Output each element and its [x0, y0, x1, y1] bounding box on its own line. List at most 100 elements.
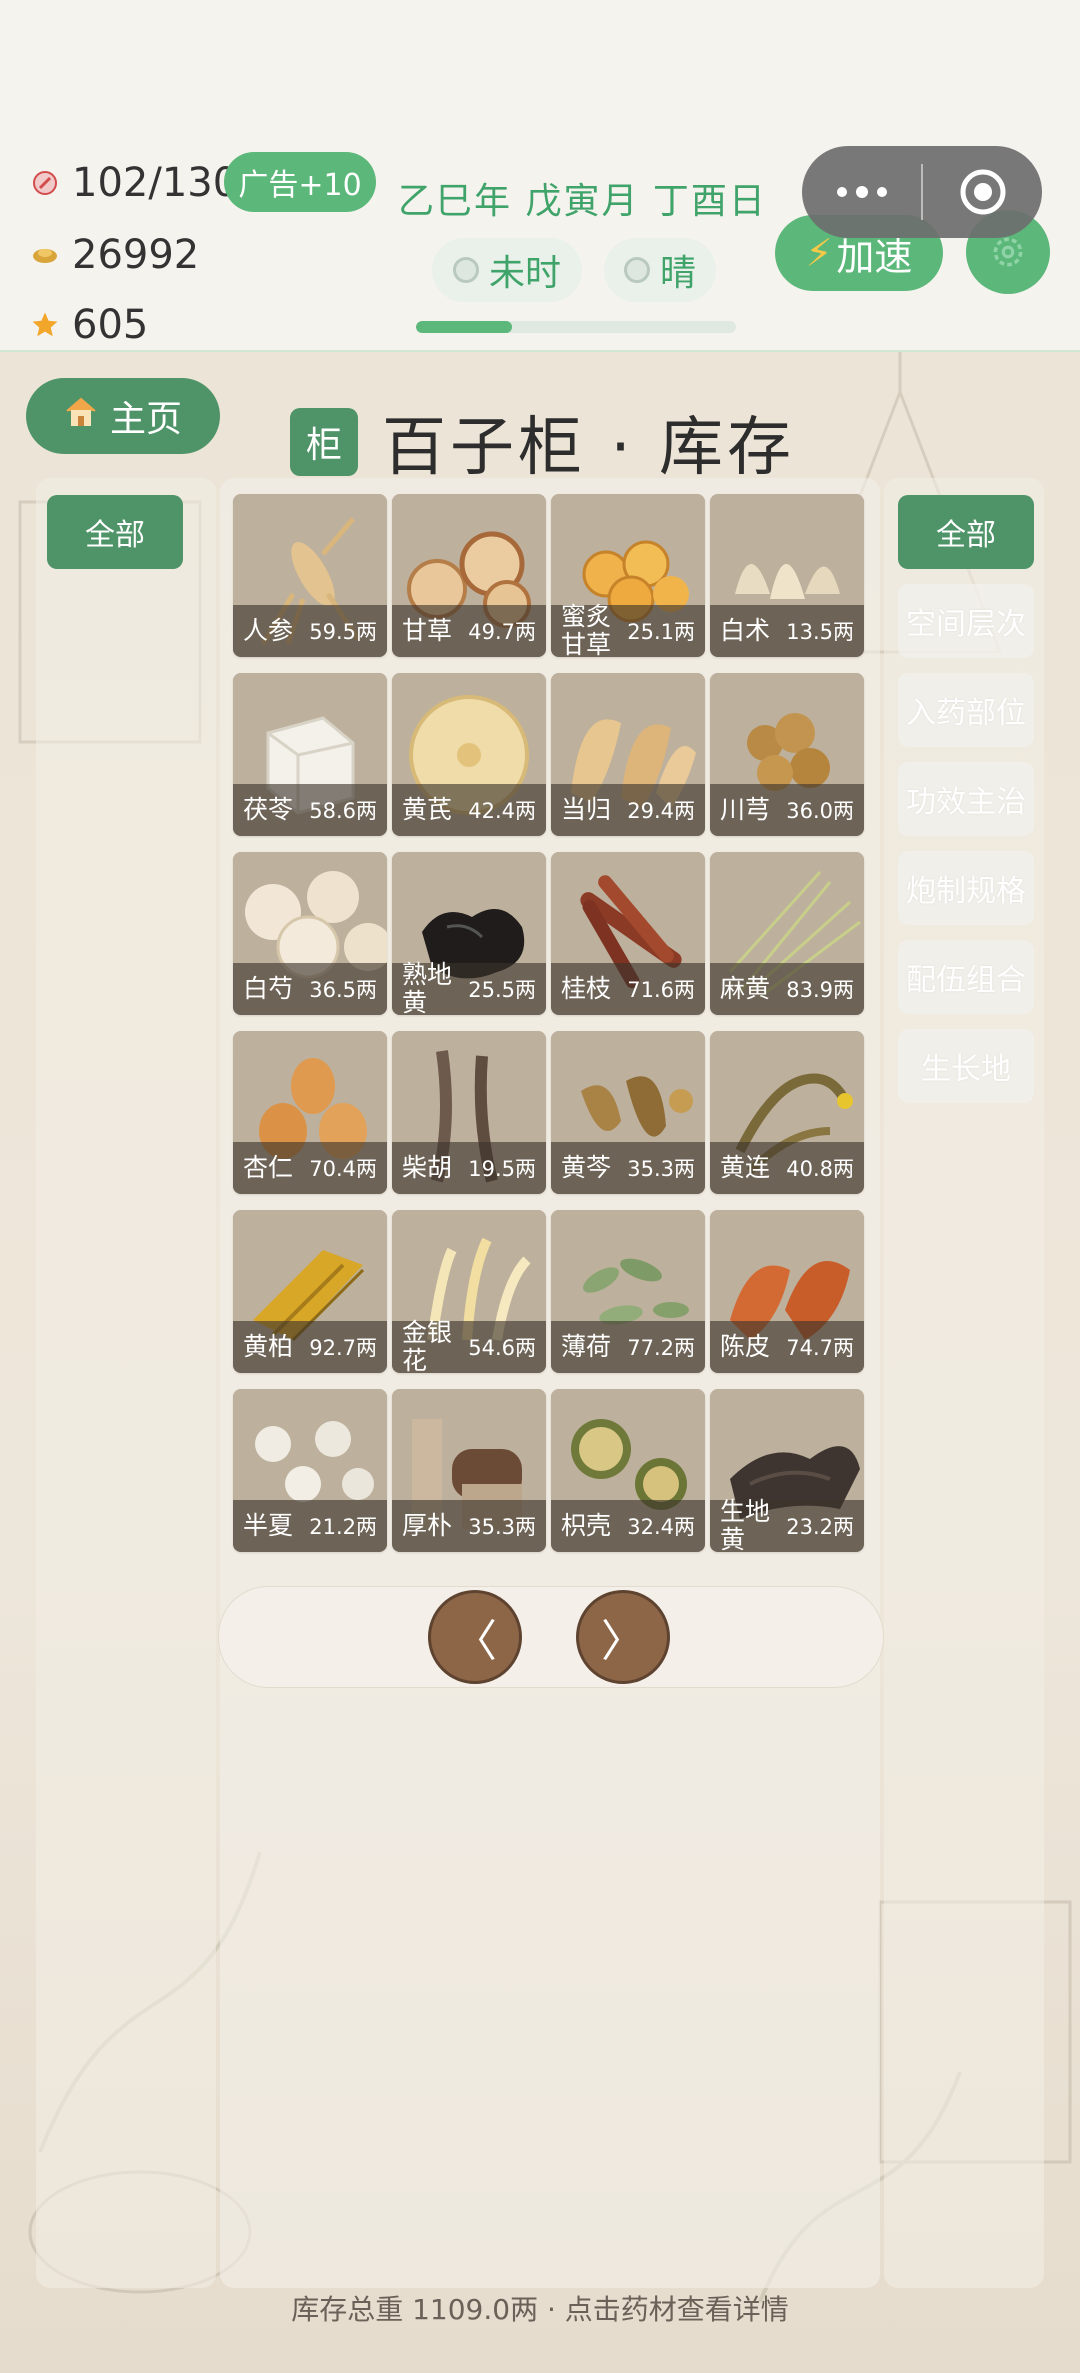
herb-card[interactable]: 黄连 40.8两 — [710, 1031, 864, 1194]
herb-name: 薄荷 — [561, 1332, 612, 1361]
herb-card[interactable]: 黄芩 35.3两 — [551, 1031, 705, 1194]
herb-card[interactable]: 甘草 49.7两 — [392, 494, 546, 657]
herb-label-bar: 当归 29.4两 — [551, 784, 705, 836]
herb-card[interactable]: 黄柏 92.7两 — [233, 1210, 387, 1373]
pagination-bar — [218, 1586, 884, 1688]
herb-card[interactable]: 半夏 21.2两 — [233, 1389, 387, 1552]
cabinet-badge: 柜 — [290, 408, 358, 476]
filter-3[interactable]: 功效主治 — [898, 762, 1034, 836]
close-miniprogram-button[interactable] — [923, 146, 1042, 238]
herb-name: 黄芩 — [561, 1153, 612, 1182]
herb-amount: 54.6两 — [468, 1336, 536, 1360]
herb-name: 川芎 — [720, 795, 771, 824]
energy-counter: 102/130 — [30, 160, 238, 206]
herb-label-bar: 半夏 21.2两 — [233, 1500, 387, 1552]
herb-label-bar: 黄柏 92.7两 — [233, 1321, 387, 1373]
herb-card[interactable]: 白术 13.5两 — [710, 494, 864, 657]
herb-name: 白术 — [720, 616, 771, 645]
herb-amount: 35.3两 — [468, 1515, 536, 1539]
herb-amount: 70.4两 — [309, 1157, 377, 1181]
filter-1[interactable]: 空间层次 — [898, 584, 1034, 658]
gear-icon — [993, 237, 1023, 267]
herb-card[interactable]: 当归 29.4两 — [551, 673, 705, 836]
herb-label-bar: 桂枝 71.6两 — [551, 963, 705, 1015]
herb-card[interactable]: 黄芪 42.4两 — [392, 673, 546, 836]
herb-amount: 35.3两 — [627, 1157, 695, 1181]
herb-label-bar: 黄芩 35.3两 — [551, 1142, 705, 1194]
herb-label-bar: 麻黄 83.9两 — [710, 963, 864, 1015]
herb-card[interactable]: 蜜炙甘草 25.1两 — [551, 494, 705, 657]
herb-label-bar: 蜜炙甘草 25.1两 — [551, 603, 705, 657]
herb-label-bar: 薄荷 77.2两 — [551, 1321, 705, 1373]
herb-amount: 71.6两 — [627, 978, 695, 1002]
herb-label-bar: 白芍 36.5两 — [233, 963, 387, 1015]
herb-name: 白芍 — [243, 974, 294, 1003]
page-title-text: 百子柜 · 库存 — [382, 411, 796, 485]
left-filter-all[interactable]: 全部 — [47, 495, 183, 569]
herb-name: 陈皮 — [720, 1332, 771, 1361]
herb-card[interactable]: 川芎 36.0两 — [710, 673, 864, 836]
day-progress-bar — [416, 321, 736, 333]
more-dots-icon — [836, 186, 887, 198]
energy-value: 102/130 — [72, 160, 239, 206]
target-close-icon — [960, 169, 1005, 215]
time-chip: 未时 — [432, 238, 582, 302]
weather-label: 晴 — [659, 253, 696, 294]
herb-card[interactable]: 金银花 54.6两 — [392, 1210, 546, 1373]
herb-card[interactable]: 陈皮 74.7两 — [710, 1210, 864, 1373]
next-page-button[interactable]: 〉 — [576, 1590, 670, 1684]
herb-label-bar: 生地黄 23.2两 — [710, 1498, 864, 1552]
herb-amount: 59.5两 — [309, 620, 377, 644]
herb-amount: 42.4两 — [468, 799, 536, 823]
herb-label-bar: 白术 13.5两 — [710, 605, 864, 657]
herb-label-bar: 杏仁 70.4两 — [233, 1142, 387, 1194]
coin-icon — [30, 240, 60, 270]
herb-amount: 92.7两 — [309, 1336, 377, 1360]
herb-amount: 13.5两 — [786, 620, 854, 644]
herb-name: 熟地黄 — [402, 960, 453, 1016]
herb-name: 柴胡 — [402, 1153, 453, 1182]
herb-card[interactable]: 柴胡 19.5两 — [392, 1031, 546, 1194]
herb-label-bar: 茯苓 58.6两 — [233, 784, 387, 836]
herb-grid: 人参 59.5两 甘草 49.7两 蜜炙甘草 25.1两 白术 13.5两茯苓 58.6两 黄芪 4… — [233, 494, 867, 1552]
herb-card[interactable]: 枳壳 32.4两 — [551, 1389, 705, 1552]
filter-5[interactable]: 配伍组合 — [898, 940, 1034, 1014]
herb-name: 黄柏 — [243, 1332, 294, 1361]
filter-6[interactable]: 生长地 — [898, 1029, 1034, 1103]
herb-card[interactable]: 生地黄 23.2两 — [710, 1389, 864, 1552]
star-counter: 605 — [30, 302, 148, 348]
left-filter-column — [36, 478, 216, 2288]
filter-4[interactable]: 炮制规格 — [898, 851, 1034, 925]
lunar-date: 乙巳年 戊寅月 丁酉日 — [398, 181, 767, 222]
home-button[interactable]: 主页 — [26, 378, 220, 454]
more-menu-button[interactable] — [802, 146, 921, 238]
herb-amount: 36.0两 — [786, 799, 854, 823]
page-title: 柜 百子柜 · 库存 — [290, 396, 795, 488]
herb-card[interactable]: 白芍 36.5两 — [233, 852, 387, 1015]
herb-card[interactable]: 茯苓 58.6两 — [233, 673, 387, 836]
herb-name: 厚朴 — [402, 1511, 453, 1540]
herb-amount: 40.8两 — [786, 1157, 854, 1181]
herb-card[interactable]: 熟地黄 25.5两 — [392, 852, 546, 1015]
herb-name: 杏仁 — [243, 1153, 294, 1182]
herb-card[interactable]: 厚朴 35.3两 — [392, 1389, 546, 1552]
herb-card[interactable]: 桂枝 71.6两 — [551, 852, 705, 1015]
herb-label-bar: 黄连 40.8两 — [710, 1142, 864, 1194]
herb-card[interactable]: 薄荷 77.2两 — [551, 1210, 705, 1373]
coin-counter: 26992 — [30, 232, 199, 278]
filter-2[interactable]: 入药部位 — [898, 673, 1034, 747]
herb-amount: 23.2两 — [786, 1515, 854, 1539]
prev-page-button[interactable]: 〈 — [428, 1590, 522, 1684]
herb-card[interactable]: 人参 59.5两 — [233, 494, 387, 657]
ad-bonus-button[interactable]: 广告+10 — [224, 152, 376, 212]
herb-label-bar: 厚朴 35.3两 — [392, 1500, 546, 1552]
herb-amount: 32.4两 — [627, 1515, 695, 1539]
star-icon — [30, 310, 60, 340]
herb-card[interactable]: 杏仁 70.4两 — [233, 1031, 387, 1194]
star-value: 605 — [72, 302, 149, 348]
herb-amount: 36.5两 — [309, 978, 377, 1002]
herb-name: 麻黄 — [720, 974, 771, 1003]
inventory-summary: 库存总重 1109.0两 · 点击药材查看详情 — [291, 2293, 789, 2326]
herb-card[interactable]: 麻黄 83.9两 — [710, 852, 864, 1015]
filter-0[interactable]: 全部 — [898, 495, 1034, 569]
